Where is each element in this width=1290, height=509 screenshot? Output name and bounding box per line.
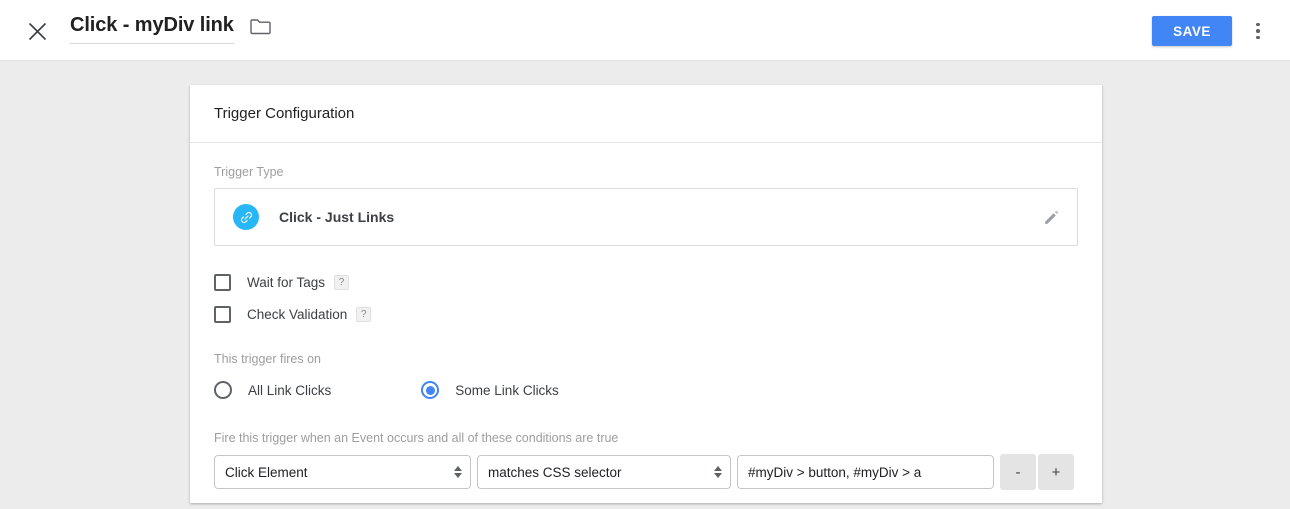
radio-all-link-clicks-label: All Link Clicks bbox=[248, 383, 331, 398]
card-body: Trigger Type Click - Just Links bbox=[190, 143, 1102, 490]
trigger-type-selector[interactable]: Click - Just Links bbox=[214, 188, 1078, 246]
radio-some-link-clicks[interactable]: Some Link Clicks bbox=[421, 381, 559, 399]
trigger-type-name: Click - Just Links bbox=[279, 209, 1042, 225]
close-button[interactable] bbox=[22, 16, 52, 46]
condition-row: Click Element matches CSS selector - + bbox=[214, 454, 1078, 490]
more-vert-icon-dot bbox=[1256, 29, 1260, 33]
trigger-type-label: Trigger Type bbox=[214, 165, 1078, 179]
link-icon bbox=[233, 204, 259, 230]
condition-variable-value: Click Element bbox=[225, 465, 308, 480]
check-validation-checkbox[interactable] bbox=[214, 306, 231, 323]
check-validation-help-icon[interactable]: ? bbox=[356, 307, 371, 322]
chevron-updown-icon bbox=[454, 466, 462, 478]
condition-operator-value: matches CSS selector bbox=[488, 465, 622, 480]
more-vert-icon-dot bbox=[1256, 36, 1260, 40]
radio-all-link-clicks-control[interactable] bbox=[214, 381, 232, 399]
pencil-icon[interactable] bbox=[1042, 208, 1061, 227]
card-header: Trigger Configuration bbox=[190, 85, 1102, 143]
radio-some-link-clicks-label: Some Link Clicks bbox=[455, 383, 559, 398]
add-condition-button[interactable]: + bbox=[1038, 454, 1074, 490]
radio-all-link-clicks[interactable]: All Link Clicks bbox=[214, 381, 331, 399]
condition-value-input[interactable] bbox=[737, 455, 994, 489]
fires-on-label: This trigger fires on bbox=[214, 352, 1078, 366]
wait-for-tags-label: Wait for Tags bbox=[247, 275, 325, 290]
trigger-title-input[interactable]: Click - myDiv link bbox=[70, 13, 234, 44]
top-app-bar: Click - myDiv link SAVE bbox=[0, 0, 1290, 61]
fires-on-radio-group: All Link Clicks Some Link Clicks bbox=[214, 375, 1078, 405]
remove-condition-button[interactable]: - bbox=[1000, 454, 1036, 490]
title-area: Click - myDiv link bbox=[70, 13, 271, 44]
close-icon bbox=[28, 22, 47, 41]
chevron-updown-icon bbox=[714, 466, 722, 478]
wait-for-tags-help-icon[interactable]: ? bbox=[334, 275, 349, 290]
check-validation-label: Check Validation bbox=[247, 307, 347, 322]
condition-operator-select[interactable]: matches CSS selector bbox=[477, 455, 731, 489]
condition-variable-select[interactable]: Click Element bbox=[214, 455, 471, 489]
wait-for-tags-checkbox[interactable] bbox=[214, 274, 231, 291]
radio-some-link-clicks-control[interactable] bbox=[421, 381, 439, 399]
trigger-editor-page: Click - myDiv link SAVE Trigger Configur… bbox=[0, 0, 1290, 509]
trigger-configuration-card: Trigger Configuration Trigger Type Click… bbox=[190, 85, 1102, 503]
folder-icon[interactable] bbox=[250, 18, 271, 35]
check-validation-row[interactable]: Check Validation ? bbox=[214, 298, 1078, 330]
card-title: Trigger Configuration bbox=[214, 105, 354, 122]
conditions-label: Fire this trigger when an Event occurs a… bbox=[214, 431, 1078, 445]
more-options-button[interactable] bbox=[1244, 16, 1272, 46]
more-vert-icon bbox=[1256, 23, 1260, 27]
save-button[interactable]: SAVE bbox=[1152, 16, 1232, 46]
wait-for-tags-row[interactable]: Wait for Tags ? bbox=[214, 266, 1078, 298]
